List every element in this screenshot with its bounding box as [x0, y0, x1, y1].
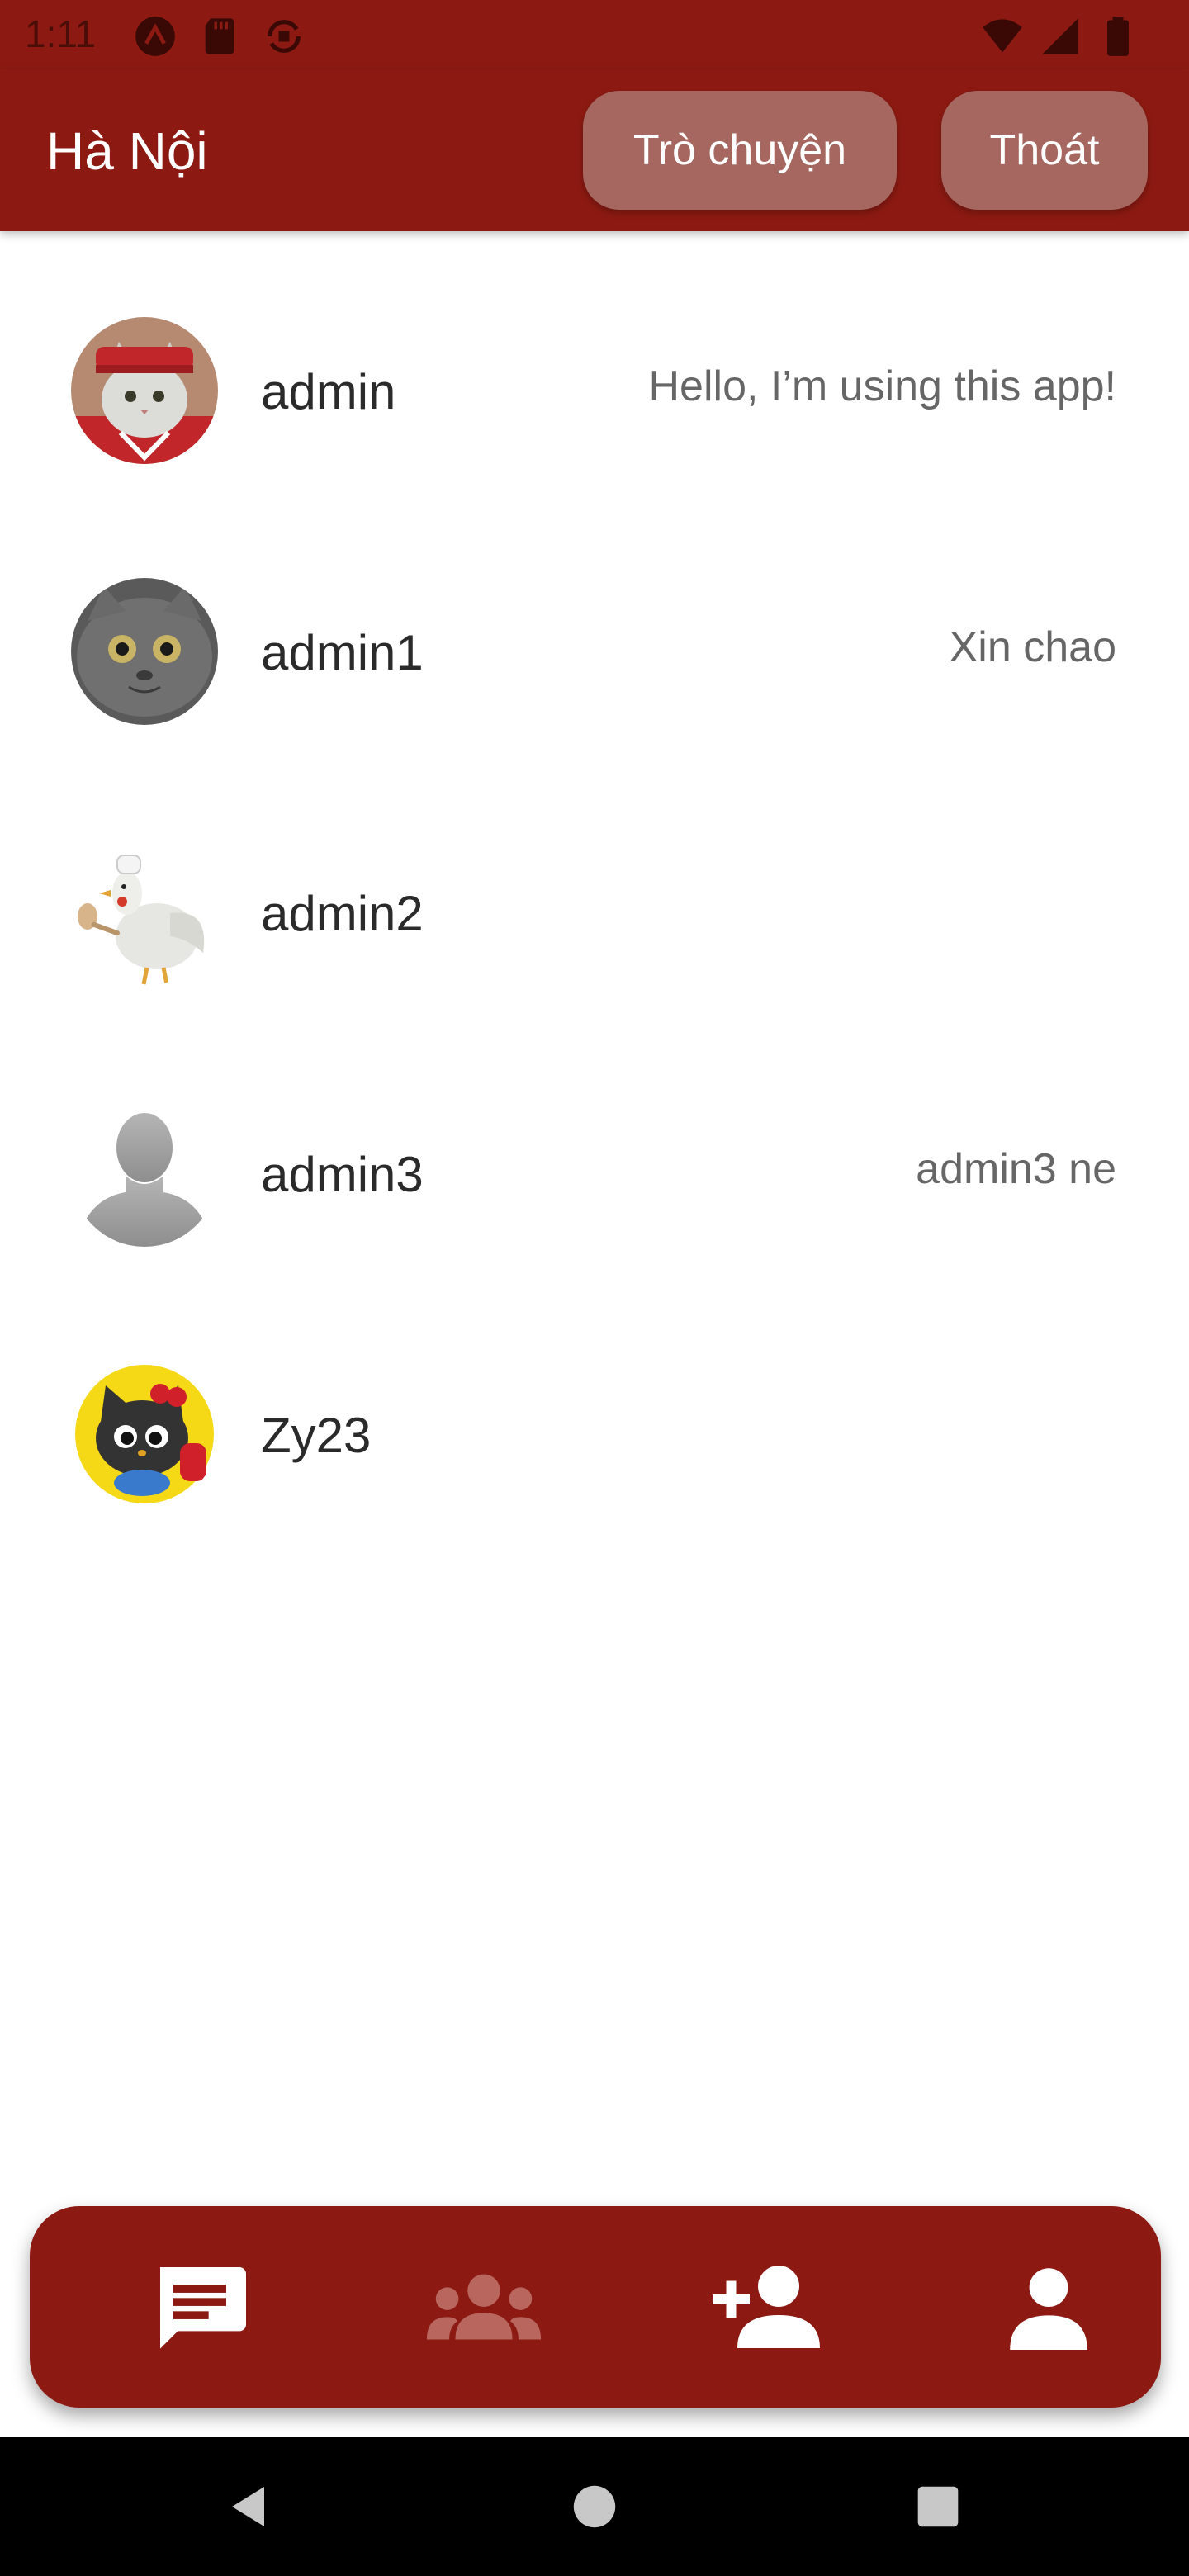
- user-name: admin1: [261, 625, 424, 680]
- add-friend-icon: [713, 2266, 820, 2348]
- recents-icon: [917, 2486, 959, 2527]
- list-item[interactable]: admin3 admin3 ne: [0, 1014, 1189, 1275]
- cat-red-outfit-avatar: [71, 317, 218, 464]
- list-item[interactable]: admin2: [0, 753, 1189, 1014]
- page-title: Hà Nội: [46, 121, 208, 181]
- chicken-chef-avatar: [71, 839, 218, 986]
- home-icon: [573, 2485, 616, 2528]
- chat-button[interactable]: Trò chuyện: [583, 91, 897, 210]
- profile-icon: [1010, 2268, 1087, 2350]
- sync-icon: [268, 20, 301, 53]
- user-status: admin3 ne: [916, 1145, 1116, 1193]
- user-list: admin Hello, I’m using this app! admin1 …: [0, 231, 1189, 1536]
- user-status: Hello, I’m using this app!: [648, 362, 1117, 410]
- user-name: Zy23: [261, 1408, 372, 1463]
- sd-card-icon: [205, 18, 234, 54]
- status-time: 1:11: [25, 12, 97, 55]
- nav-groups[interactable]: [377, 2206, 591, 2408]
- user-status: Xin chao: [949, 623, 1116, 671]
- nav-add-friend[interactable]: [659, 2206, 874, 2408]
- chat-icon: [160, 2267, 246, 2349]
- system-recents-button[interactable]: [905, 2474, 971, 2540]
- grey-cat-avatar: [71, 578, 218, 725]
- user-name: admin: [261, 364, 396, 419]
- system-back-button[interactable]: [216, 2474, 282, 2540]
- default-person-avatar: [71, 1100, 218, 1247]
- status-icons-right: [981, 15, 1139, 58]
- system-home-button[interactable]: [561, 2474, 628, 2540]
- groups-icon: [426, 2274, 542, 2340]
- system-nav: [0, 2437, 1189, 2576]
- nav-profile[interactable]: [941, 2206, 1156, 2408]
- exit-button[interactable]: Thoát: [941, 91, 1148, 210]
- user-name: admin3: [261, 1147, 424, 1202]
- black-cat-yellow-avatar: [71, 1361, 218, 1508]
- signal-icon: [1042, 18, 1078, 54]
- list-item[interactable]: Zy23: [0, 1275, 1189, 1536]
- list-item[interactable]: admin Hello, I’m using this app!: [0, 231, 1189, 492]
- battery-icon: [1107, 17, 1129, 56]
- status-bar: 1:11: [0, 0, 1189, 69]
- back-icon: [232, 2487, 264, 2526]
- nav-chats[interactable]: [92, 2206, 307, 2408]
- list-item[interactable]: admin1 Xin chao: [0, 492, 1189, 753]
- user-name: admin2: [261, 886, 424, 941]
- app-bar: Hà Nội Trò chuyện Thoát: [0, 69, 1189, 231]
- wifi-icon: [983, 19, 1022, 53]
- status-icons-left: [134, 15, 306, 58]
- bottom-nav: [30, 2206, 1161, 2408]
- android-circle-icon: [135, 17, 175, 56]
